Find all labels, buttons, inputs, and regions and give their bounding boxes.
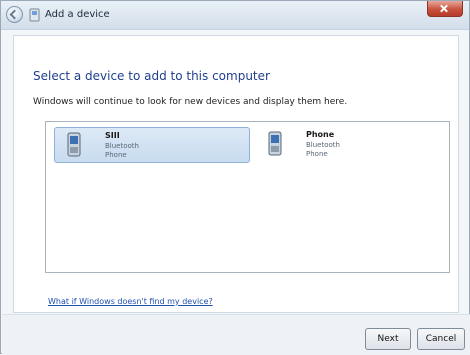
- cancel-button[interactable]: Cancel: [417, 328, 465, 350]
- close-icon[interactable]: [427, 1, 463, 17]
- device-category: Phone: [306, 150, 328, 158]
- phone-icon: [268, 131, 282, 156]
- add-device-window: Add a device Select a device to add to t…: [0, 0, 470, 355]
- instruction-text: Windows will continue to look for new de…: [33, 97, 348, 107]
- device-list[interactable]: SIII Bluetooth Phone Phone Bluetooth Pho…: [45, 121, 450, 273]
- window-title: Add a device: [45, 9, 110, 20]
- device-type: Bluetooth: [105, 142, 139, 150]
- device-item-phone[interactable]: Phone Bluetooth Phone: [256, 127, 452, 163]
- back-arrow-icon[interactable]: [6, 6, 23, 23]
- device-type: Bluetooth: [306, 141, 340, 149]
- page-heading: Select a device to add to this computer: [33, 69, 270, 83]
- next-button[interactable]: Next: [365, 328, 411, 350]
- title-bar: Add a device: [1, 1, 469, 30]
- add-device-icon: [29, 8, 40, 22]
- device-name: Phone: [306, 130, 335, 139]
- phone-icon: [67, 132, 81, 157]
- device-item-siii[interactable]: SIII Bluetooth Phone: [54, 127, 250, 163]
- device-category: Phone: [105, 151, 127, 159]
- device-name: SIII: [105, 131, 120, 140]
- help-link[interactable]: What if Windows doesn't find my device?: [48, 297, 213, 306]
